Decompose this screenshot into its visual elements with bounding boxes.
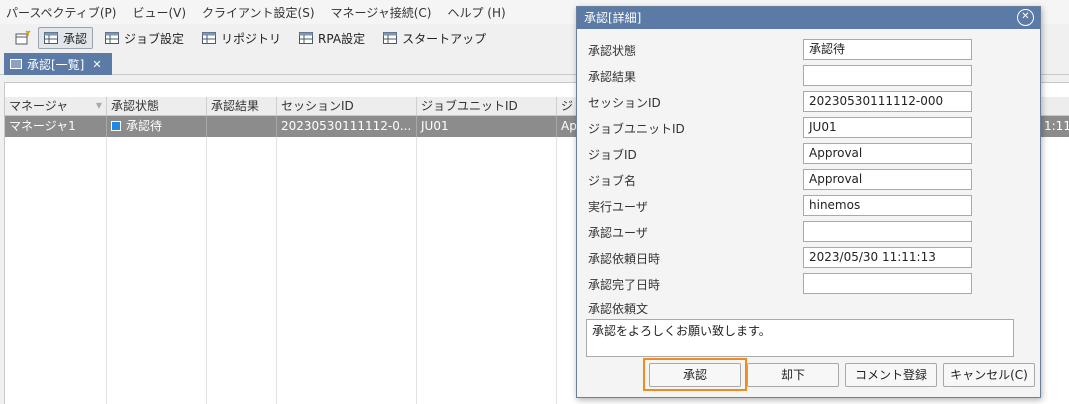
label-jobunit-id: ジョブユニットID (588, 122, 685, 136)
comment-register-button[interactable]: コメント登録 (845, 363, 937, 387)
perspective-approval-button[interactable]: 承認 (38, 27, 94, 49)
reject-button[interactable]: 却下 (747, 363, 839, 387)
cell-jobunit-id: JU01 (417, 116, 557, 137)
table-icon (105, 32, 120, 44)
toolbar-label: RPA設定 (318, 31, 366, 46)
close-icon[interactable]: ✕ (92, 58, 101, 71)
column-header-jobunit-id[interactable]: ジョブユニットID (417, 97, 557, 115)
cancel-button[interactable]: キャンセル(C) (943, 363, 1035, 387)
status-square-icon (111, 121, 121, 131)
table-icon (44, 32, 58, 44)
column-header-result[interactable]: 承認結果 (207, 97, 277, 115)
toolbar-label: リポジトリ (221, 31, 282, 46)
field-exec-user[interactable]: hinemos (803, 195, 972, 216)
grid-divider (106, 137, 107, 404)
approval-detail-dialog: 承認[詳細] ✕ 承認状態 承認待 承認結果 セッションID 202305301… (576, 6, 1041, 398)
column-header-session-id[interactable]: セッションID (277, 97, 417, 115)
perspective-repository-button[interactable]: リポジトリ (196, 27, 287, 49)
sort-down-icon: ▼ (95, 101, 102, 110)
cell-status: 承認待 (107, 116, 207, 137)
menu-perspective[interactable]: パースペクティブ(P) (6, 4, 116, 21)
cell-session-id: 20230530111112-0... (277, 116, 417, 137)
status-text: 承認待 (126, 119, 163, 133)
cell-result (207, 116, 277, 137)
field-approval-result[interactable] (803, 65, 972, 86)
label-approval-user: 承認ユーザ (588, 226, 648, 240)
toolbar-label: ジョブ設定 (124, 31, 185, 46)
perspective-rpa-settings-button[interactable]: RPA設定 (293, 27, 371, 49)
perspective-job-settings-button[interactable]: ジョブ設定 (99, 27, 190, 49)
toolbar-label: 承認 (63, 31, 88, 46)
field-approval-status[interactable]: 承認待 (803, 39, 972, 60)
label-job-id: ジョブID (588, 148, 637, 162)
grid-divider (416, 137, 417, 404)
tab-approval-list[interactable]: 承認[一覧] ✕ (4, 53, 112, 75)
table-icon (383, 32, 398, 44)
menu-help[interactable]: ヘルプ (H) (447, 4, 505, 21)
label-exec-user: 実行ユーザ (588, 200, 648, 214)
field-complete-datetime[interactable] (803, 273, 972, 294)
label-approval-status: 承認状態 (588, 44, 637, 58)
label-request-message: 承認依頼文 (588, 302, 649, 316)
cell-tail: 1:11 (1044, 119, 1069, 133)
menu-view[interactable]: ビュー(V) (132, 4, 186, 21)
label-job-name: ジョブ名 (588, 174, 637, 188)
grid-divider (206, 137, 207, 404)
field-jobunit-id[interactable]: JU01 (803, 117, 972, 138)
close-circle-icon[interactable]: ✕ (1017, 9, 1034, 26)
dialog-title: 承認[詳細] (584, 11, 642, 25)
table-icon (202, 32, 217, 44)
label-complete-datetime: 承認完了日時 (588, 278, 661, 292)
field-job-id[interactable]: Approval (803, 143, 972, 164)
request-message-textarea[interactable]: 承認をよろしくお願い致します。 (586, 319, 1014, 357)
field-approval-user[interactable] (803, 221, 972, 242)
label-request-datetime: 承認依頼日時 (588, 252, 661, 266)
field-session-id[interactable]: 20230530111112-000 (803, 91, 972, 112)
label-session-id: セッションID (588, 96, 661, 110)
menu-client-settings[interactable]: クライアント設定(S) (202, 4, 315, 21)
column-label: マネージャ (9, 99, 69, 113)
menu-manager-connection[interactable]: マネージャ接続(C) (331, 4, 432, 21)
grid-divider (276, 137, 277, 404)
tab-label: 承認[一覧] (27, 57, 85, 72)
perspective-startup-button[interactable]: スタートアップ (377, 27, 492, 49)
open-perspective-icon[interactable] (14, 29, 32, 47)
label-approval-result: 承認結果 (588, 70, 637, 84)
approve-button[interactable]: 承認 (649, 363, 741, 387)
view-icon (10, 59, 22, 69)
field-request-datetime[interactable]: 2023/05/30 11:11:13 (803, 247, 972, 268)
field-job-name[interactable]: Approval (803, 169, 972, 190)
dialog-title-bar: 承認[詳細] ✕ (577, 7, 1040, 29)
toolbar-label: スタートアップ (402, 31, 487, 46)
column-header-status[interactable]: 承認状態 (107, 97, 207, 115)
grid-divider (556, 137, 557, 404)
column-header-manager[interactable]: マネージャ ▼ (5, 97, 107, 115)
cell-manager: マネージャ1 (5, 116, 107, 137)
table-icon (299, 32, 314, 44)
